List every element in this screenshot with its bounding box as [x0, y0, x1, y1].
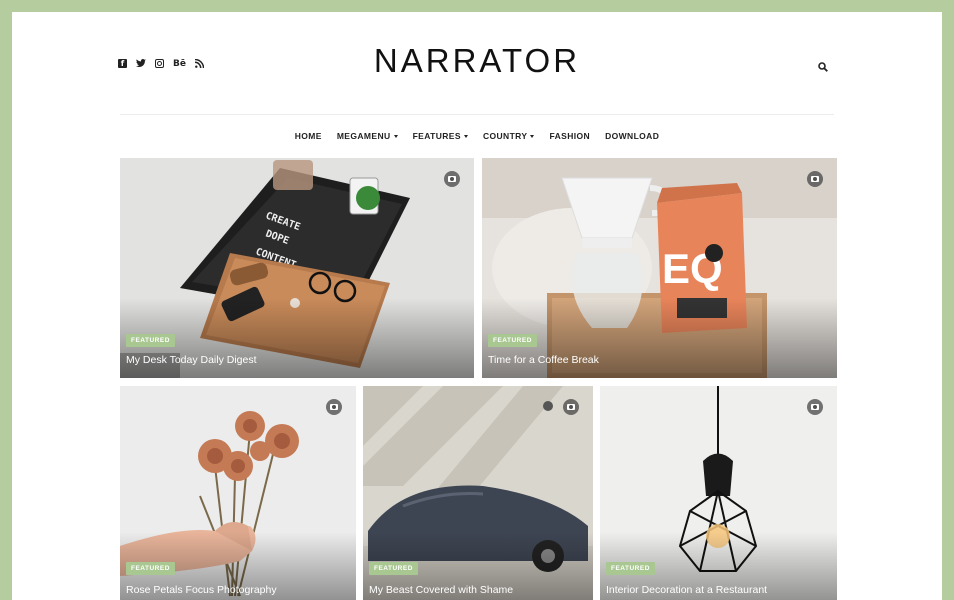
nav-label: DOWNLOAD — [605, 131, 660, 141]
post-card[interactable]: FEATURED Interior Decoration at a Restau… — [600, 386, 837, 600]
post-title[interactable]: Time for a Coffee Break — [488, 354, 599, 366]
post-title[interactable]: Rose Petals Focus Photography — [126, 584, 277, 596]
post-card[interactable]: FEATURED My Beast Covered with Shame — [363, 386, 593, 600]
post-title[interactable]: My Desk Today Daily Digest — [126, 354, 257, 366]
post-card[interactable]: EQ FEATURED Time for a Coffee Break — [482, 158, 837, 378]
camera-icon — [444, 171, 460, 187]
main-nav: HOME MEGAMENU FEATURES COUNTRY FASHION D… — [12, 131, 942, 141]
featured-badge[interactable]: FEATURED — [126, 334, 175, 347]
post-title[interactable]: My Beast Covered with Shame — [369, 584, 513, 596]
nav-label: FEATURES — [412, 131, 461, 141]
camera-icon — [326, 399, 342, 415]
post-card[interactable]: FEATURED Rose Petals Focus Photography — [120, 386, 356, 600]
featured-badge[interactable]: FEATURED — [369, 562, 418, 575]
caret-down-icon — [393, 134, 398, 138]
camera-icon — [807, 399, 823, 415]
nav-label: HOME — [294, 131, 322, 141]
featured-badge[interactable]: FEATURED — [488, 334, 537, 347]
post-title[interactable]: Interior Decoration at a Restaurant — [606, 584, 767, 596]
camera-icon — [563, 399, 579, 415]
nav-label: COUNTRY — [482, 131, 528, 141]
nav-item-features[interactable]: FEATURES — [413, 131, 468, 141]
post-card[interactable]: CREATE DOPE CONTENT FEATURED My Desk Tod… — [120, 158, 474, 378]
camera-icon — [807, 171, 823, 187]
site-header: f Bē NARRATOR — [12, 12, 942, 122]
page: f Bē NARRATOR HOME MEGAMENU FEATURES COU… — [12, 12, 942, 600]
nav-item-home[interactable]: HOME — [295, 131, 322, 141]
nav-label: FASHION — [549, 131, 591, 141]
site-logo[interactable]: NARRATOR — [12, 42, 942, 80]
search-icon[interactable] — [818, 59, 828, 72]
caret-down-icon — [463, 134, 468, 138]
caret-down-icon — [530, 134, 535, 138]
nav-item-megamenu[interactable]: MEGAMENU — [337, 131, 398, 141]
nav-item-download[interactable]: DOWNLOAD — [605, 131, 659, 141]
nav-item-fashion[interactable]: FASHION — [549, 131, 590, 141]
featured-badge[interactable]: FEATURED — [606, 562, 655, 575]
nav-label: MEGAMENU — [336, 131, 391, 141]
featured-badge[interactable]: FEATURED — [126, 562, 175, 575]
nav-item-country[interactable]: COUNTRY — [483, 131, 535, 141]
header-divider — [120, 114, 834, 115]
